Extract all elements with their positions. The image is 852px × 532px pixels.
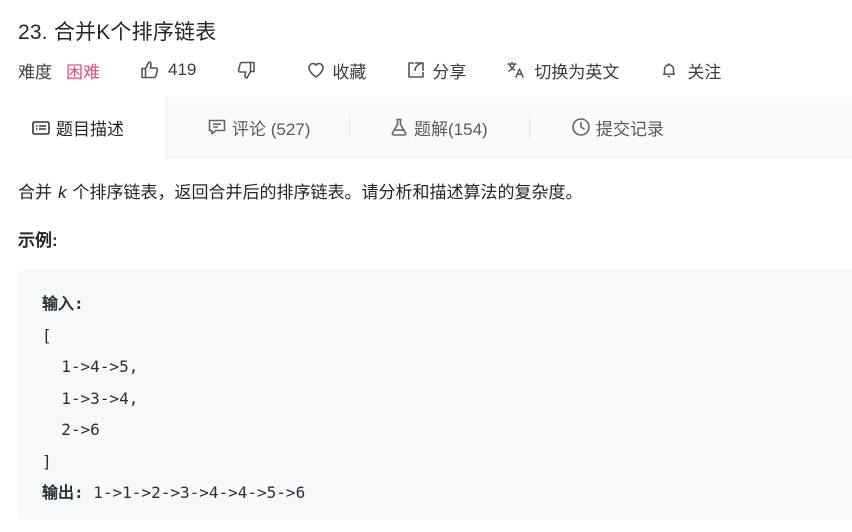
- heart-icon: [306, 60, 326, 80]
- difficulty-badge: 困难: [66, 62, 100, 82]
- description-variable-k: k: [58, 183, 67, 202]
- tab-solutions-label: 题解(154): [414, 119, 488, 139]
- example-output-value: 1->1->2->3->4->4->5->6: [83, 483, 306, 502]
- thumbs-down-icon: [236, 60, 256, 80]
- problem-meta-bar: 难度 困难 419 收藏 分享 切换为英文 关注: [18, 56, 721, 84]
- example-heading: 示例:: [18, 231, 58, 250]
- document-icon: [30, 117, 52, 139]
- translate-button[interactable]: 切换为英文: [506, 58, 619, 83]
- example-input-line: 1->3->4,: [42, 388, 139, 408]
- like-button[interactable]: 419: [140, 60, 196, 80]
- tab-description-label: 题目描述: [56, 120, 124, 139]
- favorite-button[interactable]: 收藏: [306, 58, 366, 83]
- example-input-line: ]: [42, 451, 52, 471]
- follow-label: 关注: [687, 62, 722, 82]
- dislike-button[interactable]: [236, 60, 256, 80]
- problem-header: 23. 合并K个排序链表 难度 困难 419 收藏 分享 切换为英文 关注: [0, 0, 852, 97]
- share-label: 分享: [432, 62, 467, 82]
- tab-separator: [529, 115, 530, 139]
- translate-label: 切换为英文: [534, 62, 620, 82]
- translate-icon: [506, 60, 526, 80]
- example-output-label: 输出:: [42, 483, 84, 502]
- problem-tab-bar: 题目描述 评论 (527) 题解(154) 提交记录: [0, 97, 852, 158]
- example-input-label: 输入:: [42, 294, 84, 313]
- bell-icon: [659, 60, 679, 80]
- share-button[interactable]: 分享: [406, 58, 466, 83]
- tab-comments[interactable]: 评论 (527): [206, 97, 310, 157]
- problem-description: 合并 k 个排序链表，返回合并后的排序链表。请分析和描述算法的复杂度。: [18, 178, 583, 203]
- difficulty-label: 难度: [18, 62, 52, 82]
- example-input-line: [: [42, 325, 52, 345]
- tab-solutions[interactable]: 题解(154): [388, 97, 488, 157]
- comment-icon: [206, 116, 228, 138]
- problem-title: 23. 合并K个排序链表: [18, 21, 217, 44]
- follow-button[interactable]: 关注: [659, 58, 721, 83]
- share-icon: [406, 60, 426, 80]
- tab-comments-label: 评论 (527): [232, 119, 311, 139]
- flask-icon: [388, 116, 410, 138]
- favorite-label: 收藏: [332, 62, 367, 82]
- description-text-end: 个排序链表，返回合并后的排序链表。请分析和描述算法的复杂度。: [72, 183, 583, 202]
- tab-separator: [349, 115, 350, 139]
- example-output-line: 输出: 1->1->2->3->4->4->5->6: [42, 477, 305, 509]
- tab-submissions-label: 提交记录: [596, 119, 664, 139]
- example-code-block: 输入: [ 1->4->5, 1->3->4, 2->6 ] 输出: 1->1-…: [18, 270, 852, 520]
- like-count: 419: [168, 60, 197, 79]
- example-input-line: 2->6: [42, 420, 100, 439]
- description-text-start: 合并: [18, 183, 52, 202]
- example-input-line: 1->4->5,: [42, 357, 139, 376]
- tab-description[interactable]: 题目描述: [0, 97, 167, 158]
- clock-icon: [570, 116, 592, 138]
- thumbs-up-icon: [140, 60, 160, 80]
- tab-submissions[interactable]: 提交记录: [570, 97, 664, 157]
- example-code: 输入: [ 1->4->5, 1->3->4, 2->6 ] 输出: 1->1-…: [42, 288, 305, 509]
